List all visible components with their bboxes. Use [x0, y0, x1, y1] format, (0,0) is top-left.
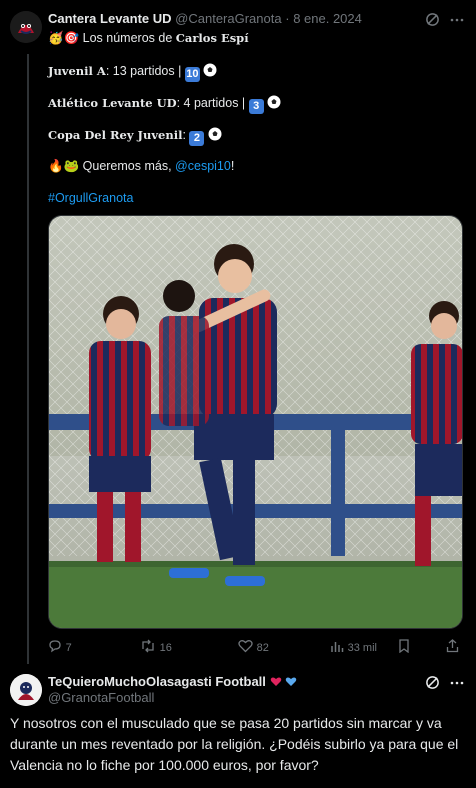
keycap-3: 3: [248, 99, 264, 114]
reply-author-handle[interactable]: @GranotaFootball: [48, 690, 154, 705]
reply-avatar[interactable]: [10, 674, 42, 706]
stat-line-copa-label: Copa Del Rey Juvenil: [48, 128, 183, 142]
stat-line-juvenil-label: Juvenil A: [48, 64, 106, 78]
share-icon: [446, 639, 459, 653]
soccer-ball-icon: [203, 63, 217, 77]
stat-line-juvenil: Juvenil A: 13 partidos | 10: [48, 63, 217, 82]
player-name: Carlos Espí: [175, 31, 249, 45]
author-name[interactable]: Cantera Levante UD: [48, 11, 172, 26]
target-icon: 🎯: [63, 31, 80, 45]
views-icon: [331, 642, 344, 652]
retweet-count: 16: [159, 642, 172, 654]
closing-line: 🔥🐸 Queremos más, @cespi10!: [48, 159, 234, 174]
stat-line-juvenil-value: : 13 partidos |: [105, 64, 182, 78]
reply-count: 7: [65, 642, 72, 654]
stat-line-atletico-label: Atlético Levante UD: [48, 96, 177, 110]
stat-line-atletico-value: : 4 partidos |: [176, 96, 246, 110]
share-button[interactable]: [446, 639, 459, 656]
bookmark-button[interactable]: [398, 639, 410, 656]
thread-line: [27, 54, 29, 664]
stat-line-copa-value: :: [182, 128, 186, 142]
party-face-icon: 🥳: [48, 31, 64, 45]
closing-text: Queremos más,: [82, 159, 172, 173]
action-bar: 7 16 82 33 mil: [48, 639, 463, 657]
tweet-photo[interactable]: [48, 215, 463, 629]
stat-line-copa: Copa Del Rey Juvenil: 2: [48, 127, 222, 146]
tweet-date[interactable]: 8 ene. 2024: [293, 11, 362, 26]
mention-link[interactable]: @cespi10: [175, 159, 231, 173]
retweet-icon: [142, 639, 154, 653]
reply-icon: [49, 640, 61, 653]
blue-heart-icon: [285, 677, 297, 686]
like-count: 82: [256, 642, 269, 654]
reply-text: Y nosotros con el musculado que se pasa …: [10, 715, 459, 773]
stat-line-atletico: Atlético Levante UD: 4 partidos | 3: [48, 95, 281, 114]
views-button[interactable]: 33 mil: [330, 639, 377, 654]
date-separator: ·: [285, 11, 290, 26]
bookmark-icon: [399, 639, 409, 654]
author-handle[interactable]: @CanteraGranota: [175, 11, 281, 26]
frog-icon: 🐸: [63, 159, 80, 173]
fire-icon: 🔥: [48, 159, 64, 173]
retweet-button[interactable]: 16: [140, 639, 172, 654]
views-count: 33 mil: [347, 642, 377, 654]
keycap-10: 10: [184, 67, 200, 82]
grok-icon[interactable]: [425, 12, 440, 30]
soccer-ball-icon: [208, 127, 222, 141]
reply-button[interactable]: 7: [48, 639, 72, 654]
reply-more-options-icon[interactable]: [450, 676, 464, 693]
like-button[interactable]: 82: [238, 639, 269, 654]
reply-grok-icon[interactable]: [425, 675, 440, 693]
tweet-intro-line: 🥳🎯 Los números de Carlos Espí: [48, 31, 249, 46]
hashtag-link[interactable]: #OrgullGranota: [48, 191, 133, 205]
reply-author-name[interactable]: TeQuieroMuchoOlasagasti Football: [48, 674, 266, 689]
more-options-icon[interactable]: [450, 13, 464, 30]
red-heart-icon: [270, 677, 281, 686]
soccer-ball-icon: [267, 95, 281, 109]
keycap-2: 2: [189, 131, 205, 146]
heart-icon: [238, 640, 253, 653]
closing-exclaim: !: [230, 159, 235, 173]
intro-text: Los números de: [82, 31, 173, 45]
author-avatar[interactable]: [10, 11, 42, 43]
